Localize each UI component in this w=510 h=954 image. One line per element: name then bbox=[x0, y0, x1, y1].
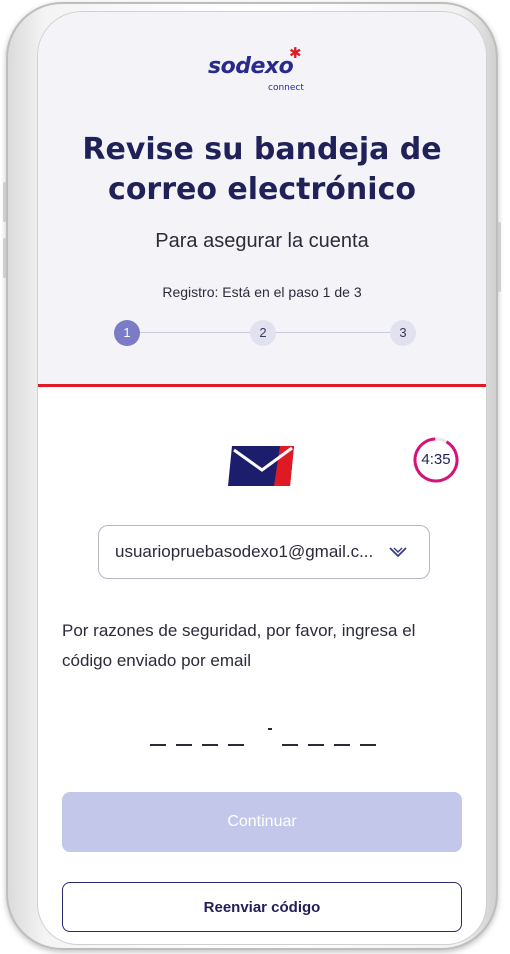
power-button bbox=[498, 222, 501, 292]
security-instructions: Por razones de seguridad, por favor, ing… bbox=[62, 621, 416, 670]
step-1: 1 bbox=[114, 320, 140, 346]
volume-button bbox=[3, 238, 6, 278]
star-icon: ✱ bbox=[289, 44, 302, 62]
code-separator bbox=[268, 728, 272, 730]
email-value: usuariopruebasodexo1@gmail.c... bbox=[115, 542, 374, 561]
logo-subtext: connect bbox=[268, 83, 304, 93]
sodexo-logo: sodexo ✱ connect bbox=[208, 44, 328, 100]
logo-text: sodexo bbox=[208, 54, 294, 79]
code-slot[interactable] bbox=[228, 744, 244, 746]
volume-button bbox=[3, 182, 6, 222]
code-slot[interactable] bbox=[176, 744, 192, 746]
verification-code-input[interactable] bbox=[150, 724, 390, 754]
title-line: Revise su bandeja de bbox=[82, 132, 442, 167]
envelope-icon bbox=[228, 446, 294, 486]
code-slot[interactable] bbox=[282, 744, 298, 746]
app-screen: sodexo ✱ connect Revise su bandeja de co… bbox=[38, 12, 486, 944]
divider-red bbox=[38, 384, 486, 387]
step-3: 3 bbox=[390, 320, 416, 346]
resend-code-button[interactable]: Reenviar código bbox=[62, 882, 462, 932]
code-slot[interactable] bbox=[202, 744, 218, 746]
code-slot[interactable] bbox=[360, 744, 376, 746]
phone-frame: sodexo ✱ connect Revise su bandeja de co… bbox=[3, 2, 501, 950]
countdown-timer: 4:35 bbox=[421, 451, 451, 468]
email-dropdown[interactable]: usuariopruebasodexo1@gmail.c... bbox=[98, 525, 430, 579]
page-title: Revise su bandeja de correo electrónico bbox=[38, 130, 486, 210]
code-slot[interactable] bbox=[308, 744, 324, 746]
step-indicator-text: Registro: Está en el paso 1 de 3 bbox=[162, 284, 362, 300]
code-slot[interactable] bbox=[334, 744, 350, 746]
chevron-down-icon bbox=[389, 547, 407, 558]
step-2: 2 bbox=[250, 320, 276, 346]
continue-button[interactable]: Continuar bbox=[62, 792, 462, 852]
code-slot[interactable] bbox=[150, 744, 166, 746]
title-line: correo electrónico bbox=[108, 172, 416, 207]
page-subtitle: Para asegurar la cuenta bbox=[155, 230, 369, 252]
